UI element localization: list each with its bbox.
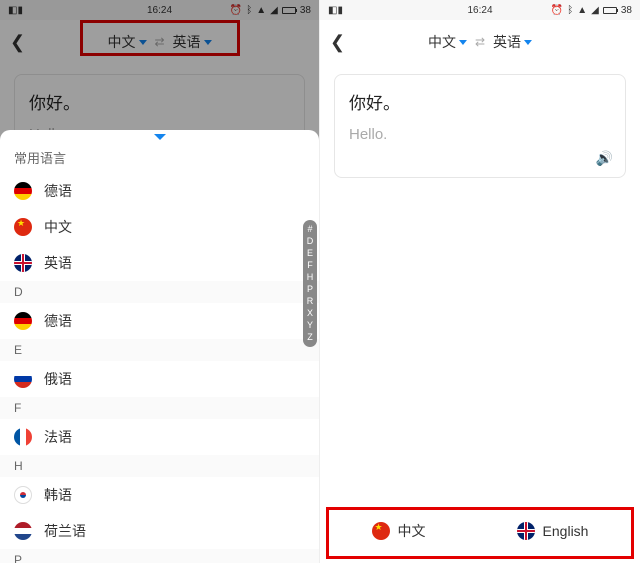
index-letter[interactable]: P <box>307 284 313 295</box>
content-area-right: 你好。 Hello. 🔊 <box>320 64 640 563</box>
flag-cn-icon <box>14 218 32 236</box>
language-sheet: 常用语言 德语中文英语D德语E俄语F法语H韩语荷兰语P <box>0 130 319 563</box>
status-notif-icon: ◧▮ <box>328 5 343 16</box>
bottom-button-english[interactable]: English <box>499 514 607 548</box>
alpha-header: H <box>0 455 319 477</box>
source-language-label: 中文 <box>428 32 456 52</box>
language-row[interactable]: 韩语 <box>0 477 319 513</box>
battery-percent: 38 <box>621 5 632 16</box>
flag-nl-icon <box>14 522 32 540</box>
alarm-icon: ⏰ <box>551 5 563 16</box>
bottom-button-chinese[interactable]: 中文 <box>354 513 444 549</box>
language-label: 韩语 <box>44 485 72 505</box>
signal-icon: ◢ <box>591 5 599 16</box>
language-label: 德语 <box>44 311 72 331</box>
status-time: 16:24 <box>467 5 492 16</box>
language-row[interactable]: 英语 <box>0 245 319 281</box>
language-row[interactable]: 法语 <box>0 419 319 455</box>
language-label: 英语 <box>44 253 72 273</box>
flag-gb-icon <box>14 254 32 272</box>
language-row[interactable]: 德语 <box>0 303 319 339</box>
alpha-header: F <box>0 397 319 419</box>
bottom-right-label: English <box>543 523 589 539</box>
flag-fr-icon <box>14 428 32 446</box>
speaker-icon[interactable]: 🔊 <box>596 150 613 167</box>
chevron-down-icon <box>524 40 532 45</box>
swap-icon[interactable]: ⇄ <box>475 35 485 49</box>
alpha-header: E <box>0 339 319 361</box>
target-language-label: 英语 <box>493 32 521 52</box>
index-letter[interactable]: R <box>307 296 314 307</box>
alphabet-index-rail[interactable]: #DEFHPRXYZ <box>303 220 317 347</box>
status-bar: ◧▮ 16:24 ⏰ ᛒ ▲ ◢ 38 <box>320 0 640 20</box>
language-label: 法语 <box>44 427 72 447</box>
source-language-button[interactable]: 中文 <box>428 32 467 52</box>
language-row[interactable]: 德语 <box>0 173 319 209</box>
sheet-collapse-button[interactable] <box>0 130 319 142</box>
index-letter[interactable]: Y <box>307 320 313 331</box>
header-bar: ❮ 中文 ⇄ 英语 <box>320 20 640 64</box>
back-button[interactable]: ❮ <box>330 32 354 53</box>
alpha-header: P <box>0 549 319 563</box>
flag-ru-icon <box>14 370 32 388</box>
alpha-header: D <box>0 281 319 303</box>
index-letter[interactable]: E <box>307 248 313 259</box>
language-row[interactable]: 中文 <box>0 209 319 245</box>
index-letter[interactable]: X <box>307 308 313 319</box>
flag-de-icon <box>14 182 32 200</box>
language-list[interactable]: 德语中文英语D德语E俄语F法语H韩语荷兰语P <box>0 173 319 563</box>
wifi-icon: ▲ <box>577 5 587 16</box>
language-label: 俄语 <box>44 369 72 389</box>
chevron-down-icon <box>459 40 467 45</box>
index-letter[interactable]: Z <box>307 332 313 343</box>
bottom-left-label: 中文 <box>398 521 426 541</box>
translation-card: 你好。 Hello. 🔊 <box>334 74 626 178</box>
language-label: 荷兰语 <box>44 521 86 541</box>
flag-gb-icon <box>517 522 535 540</box>
chevron-down-icon <box>154 134 166 140</box>
flag-de-icon <box>14 312 32 330</box>
index-letter[interactable]: H <box>307 272 314 283</box>
index-letter[interactable]: F <box>307 260 313 271</box>
index-letter[interactable]: # <box>307 224 312 235</box>
target-language-button[interactable]: 英语 <box>493 32 532 52</box>
frequent-section-label: 常用语言 <box>0 142 319 173</box>
target-text: Hello. <box>349 126 611 143</box>
language-row[interactable]: 荷兰语 <box>0 513 319 549</box>
source-text: 你好。 <box>349 89 611 114</box>
language-label: 中文 <box>44 217 72 237</box>
language-row[interactable]: 俄语 <box>0 361 319 397</box>
flag-cn-icon <box>372 522 390 540</box>
language-label: 德语 <box>44 181 72 201</box>
phone-left: ◧▮ 16:24 ⏰ ᛒ ▲ ◢ 38 ❮ 中文 ⇄ 英语 你好。 H <box>0 0 320 563</box>
index-letter[interactable]: D <box>307 236 314 247</box>
flag-kr-icon <box>14 486 32 504</box>
bottom-bar: 中文 English <box>320 505 640 557</box>
phone-right: ◧▮ 16:24 ⏰ ᛒ ▲ ◢ 38 ❮ 中文 ⇄ 英语 你好。 Hell <box>320 0 640 563</box>
bluetooth-icon: ᛒ <box>567 5 573 16</box>
battery-icon <box>603 7 617 14</box>
language-switch: 中文 ⇄ 英语 <box>428 32 532 52</box>
